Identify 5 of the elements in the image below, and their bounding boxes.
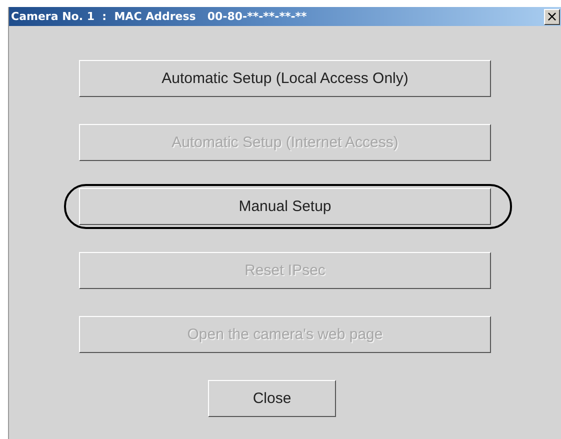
- setup-button[interactable]: Manual Setup: [79, 188, 491, 225]
- close-button[interactable]: Close: [208, 380, 336, 417]
- close-icon[interactable]: ×: [544, 8, 560, 24]
- window-title: Camera No. 1 : MAC Address 00-80-**-**-**-**: [10, 10, 307, 23]
- setup-button[interactable]: Automatic Setup (Local Access Only): [79, 60, 491, 97]
